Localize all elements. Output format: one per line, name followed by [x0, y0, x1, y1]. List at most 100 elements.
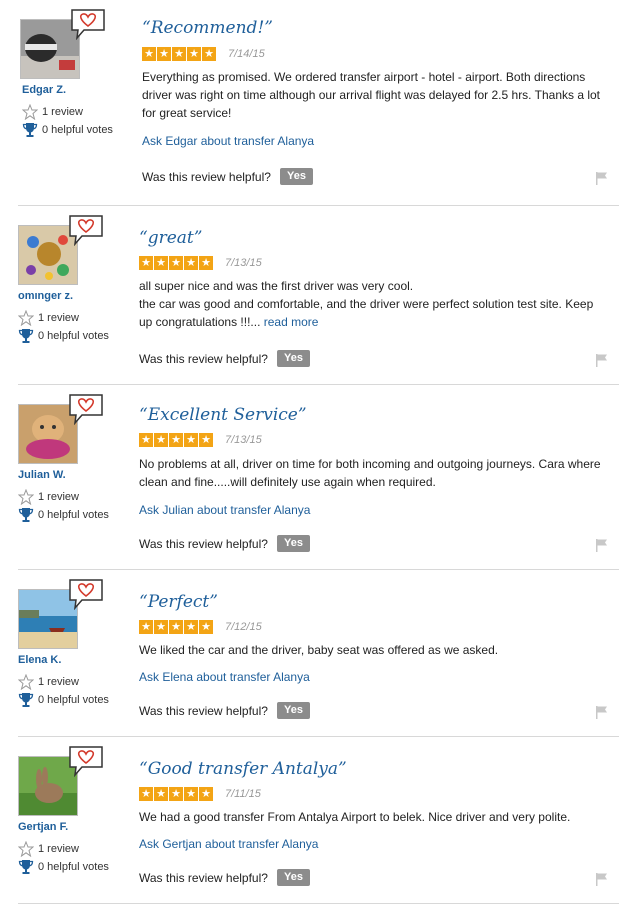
trophy-icon	[22, 122, 38, 138]
ask-reviewer-link[interactable]: Ask Julian about transfer Alanya	[139, 503, 310, 517]
review-item: Elena K. 1 review 0 helpful votes “Perfect”…	[0, 570, 627, 737]
review-date: 7/11/15	[225, 788, 261, 800]
rating-star-icon: ★	[199, 787, 213, 801]
flag-icon[interactable]	[595, 538, 609, 552]
heart-speech-bubble-icon[interactable]	[68, 214, 104, 247]
helpful-yes-button[interactable]: Yes	[280, 168, 313, 185]
rating-star-icon: ★	[154, 787, 168, 801]
rating-star-icon: ★	[139, 433, 153, 447]
rating-stars: ★ ★ ★ ★ ★	[139, 787, 214, 802]
flag-icon[interactable]	[595, 705, 609, 719]
helpful-votes-label: 0 helpful votes	[42, 124, 113, 136]
star-outline-icon	[17, 309, 35, 327]
helpful-yes-button[interactable]: Yes	[277, 702, 310, 719]
ask-reviewer-link[interactable]: Ask Elena about transfer Alanya	[139, 670, 310, 684]
helpful-question: Was this review helpful?	[139, 537, 268, 551]
review-item: Julian W. 1 review 0 helpful votes “Excelle…	[0, 385, 627, 570]
rating-star-icon: ★	[157, 47, 171, 61]
helpful-question: Was this review helpful?	[139, 352, 268, 366]
ask-reviewer-link[interactable]: Ask Gertjan about transfer Alanya	[139, 837, 318, 851]
rating-star-icon: ★	[154, 620, 168, 634]
rating-star-icon: ★	[184, 620, 198, 634]
helpful-question: Was this review helpful?	[139, 871, 268, 885]
review-text: We liked the car and the driver, baby se…	[139, 641, 609, 659]
rating-star-icon: ★	[169, 256, 183, 270]
rating-stars: ★ ★ ★ ★ ★	[139, 256, 214, 271]
heart-speech-bubble-icon[interactable]	[68, 393, 104, 426]
rating-star-icon: ★	[187, 47, 201, 61]
rating-star-icon: ★	[202, 47, 216, 61]
trophy-icon	[18, 328, 34, 344]
flag-icon[interactable]	[595, 171, 609, 185]
helpful-yes-button[interactable]: Yes	[277, 869, 310, 886]
review-text: all super nice and was the first driver …	[139, 277, 609, 331]
review-text: No problems at all, driver on time for b…	[139, 455, 609, 491]
review-item: Gertjan F. 1 review 0 helpful votes “Good t…	[0, 737, 627, 904]
review-text-content: We liked the car and the driver, baby se…	[139, 643, 499, 657]
trophy-icon	[18, 692, 34, 708]
rating-star-icon: ★	[169, 620, 183, 634]
rating-stars: ★ ★ ★ ★ ★	[139, 433, 214, 448]
trophy-icon	[18, 859, 34, 875]
review-item: omınger z. 1 review 0 helpful votes “great”…	[0, 206, 627, 385]
rating-stars: ★ ★ ★ ★ ★	[142, 47, 217, 62]
helpful-yes-button[interactable]: Yes	[277, 535, 310, 552]
review-date: 7/12/15	[225, 621, 262, 633]
username[interactable]: Edgar Z.	[22, 84, 66, 96]
rating-star-icon: ★	[169, 433, 183, 447]
review-text: Everything as promised. We ordered trans…	[142, 68, 612, 122]
username[interactable]: Elena K.	[18, 654, 61, 666]
rating-star-icon: ★	[139, 256, 153, 270]
rating-stars: ★ ★ ★ ★ ★	[139, 620, 214, 635]
rating-star-icon: ★	[184, 433, 198, 447]
rating-star-icon: ★	[172, 47, 186, 61]
ask-reviewer-link[interactable]: Ask Edgar about transfer Alanya	[142, 134, 314, 148]
read-more-link[interactable]: read more	[264, 315, 319, 329]
review-date: 7/13/15	[225, 257, 262, 269]
username[interactable]: Gertjan F.	[18, 821, 68, 833]
rating-star-icon: ★	[139, 787, 153, 801]
username[interactable]: omınger z.	[18, 290, 73, 302]
review-title[interactable]: “Good transfer Antalya”	[139, 759, 347, 779]
review-title[interactable]: “Excellent Service”	[139, 405, 307, 425]
helpful-votes-label: 0 helpful votes	[38, 861, 109, 873]
review-count-label: 1 review	[42, 106, 83, 118]
star-outline-icon	[17, 840, 35, 858]
flag-icon[interactable]	[595, 872, 609, 886]
star-outline-icon	[21, 103, 39, 121]
flag-icon[interactable]	[595, 353, 609, 367]
trophy-icon	[18, 507, 34, 523]
rating-star-icon: ★	[184, 256, 198, 270]
review-title[interactable]: “great”	[139, 228, 202, 248]
rating-star-icon: ★	[184, 787, 198, 801]
review-count-label: 1 review	[38, 676, 79, 688]
rating-star-icon: ★	[154, 433, 168, 447]
heart-speech-bubble-icon[interactable]	[68, 578, 104, 611]
rating-star-icon: ★	[154, 256, 168, 270]
helpful-votes-label: 0 helpful votes	[38, 509, 109, 521]
review-count-label: 1 review	[38, 843, 79, 855]
review-text-content: We had a good transfer From Antalya Airp…	[139, 810, 571, 824]
review-title[interactable]: “Perfect”	[139, 592, 218, 612]
rating-star-icon: ★	[199, 620, 213, 634]
review-item: Edgar Z. 1 review 0 helpful votes “Recommen…	[0, 0, 627, 206]
review-text-content: Everything as promised. We ordered trans…	[142, 70, 601, 120]
review-count-label: 1 review	[38, 312, 79, 324]
review-text-content: all super nice and was the first driver …	[139, 279, 594, 329]
rating-star-icon: ★	[142, 47, 156, 61]
review-title[interactable]: “Recommend!”	[142, 18, 273, 38]
rating-star-icon: ★	[199, 256, 213, 270]
review-date: 7/14/15	[228, 48, 265, 60]
rating-star-icon: ★	[169, 787, 183, 801]
helpful-votes-label: 0 helpful votes	[38, 330, 109, 342]
divider	[18, 903, 619, 904]
username[interactable]: Julian W.	[18, 469, 66, 481]
review-date: 7/13/15	[225, 434, 262, 446]
review-text-content: No problems at all, driver on time for b…	[139, 457, 601, 489]
review-count-label: 1 review	[38, 491, 79, 503]
heart-speech-bubble-icon[interactable]	[68, 745, 104, 778]
rating-star-icon: ★	[139, 620, 153, 634]
heart-speech-bubble-icon[interactable]	[70, 8, 106, 41]
star-outline-icon	[17, 488, 35, 506]
helpful-yes-button[interactable]: Yes	[277, 350, 310, 367]
